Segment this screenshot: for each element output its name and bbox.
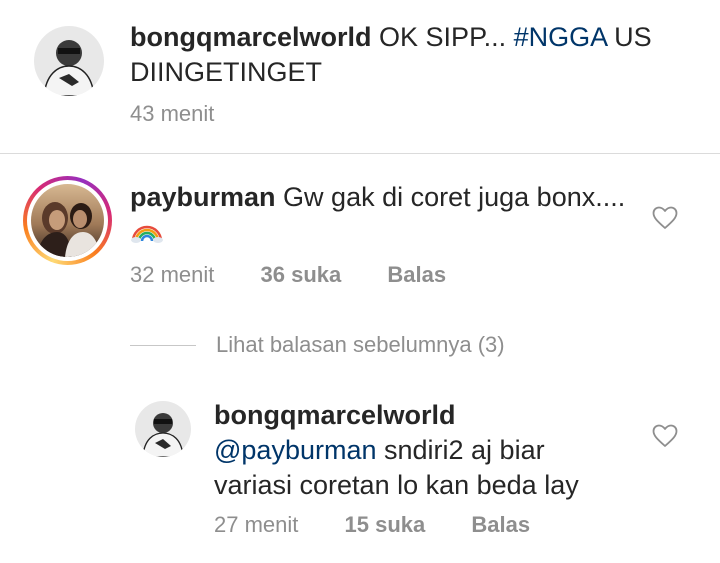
reply-text: bongqmarcelworld @payburman sndiri2 aj bi… [214, 398, 614, 503]
reply-time: 27 menit [214, 512, 299, 537]
caption-text: bongqmarcelworld OK SIPP... #NGGA US DII… [130, 20, 690, 90]
commenter-story-ring[interactable] [23, 176, 112, 265]
comment-text: payburman Gw gak di coret juga bonx.... [130, 180, 630, 250]
comment-body: Gw gak di coret juga bonx.... [275, 182, 626, 212]
divider [0, 153, 720, 154]
reply-likes[interactable]: 15 suka [345, 512, 426, 538]
comment-likes[interactable]: 36 suka [261, 262, 342, 288]
commenter-username[interactable]: payburman [130, 182, 276, 212]
caption-time: 43 menit [130, 101, 215, 126]
replies-divider-line [130, 344, 196, 346]
reply-like-button[interactable] [652, 424, 678, 448]
reply-username[interactable]: bongqmarcelworld [214, 400, 456, 430]
view-previous-replies[interactable]: Lihat balasan sebelumnya (3) [130, 328, 505, 362]
comment-like-button[interactable] [652, 206, 678, 230]
reply-mention[interactable]: @payburman [214, 435, 377, 465]
caption-author-avatar[interactable] [34, 26, 104, 96]
reply-reply-button[interactable]: Balas [471, 512, 530, 538]
reply-author-avatar[interactable] [135, 401, 191, 457]
comment-meta: 32 menit 36 suka Balas [130, 262, 446, 288]
caption-text-prefix: OK SIPP... [371, 22, 514, 52]
caption-username[interactable]: bongqmarcelworld [130, 22, 372, 52]
commenter-avatar[interactable] [31, 184, 104, 257]
view-previous-replies-label[interactable]: Lihat balasan sebelumnya (3) [216, 332, 505, 358]
reply-meta: 27 menit 15 suka Balas [214, 512, 530, 538]
heart-outline-icon[interactable] [652, 206, 678, 230]
heart-outline-icon[interactable] [652, 424, 678, 448]
comment-time: 32 menit [130, 262, 215, 287]
caption-block: bongqmarcelworld OK SIPP... #NGGA US DII… [0, 0, 720, 153]
rainbow-emoji-icon [130, 217, 164, 243]
caption-meta: 43 menit [130, 101, 214, 127]
comment-reply-button[interactable]: Balas [387, 262, 446, 288]
caption-hashtag[interactable]: #NGGA [514, 22, 607, 52]
